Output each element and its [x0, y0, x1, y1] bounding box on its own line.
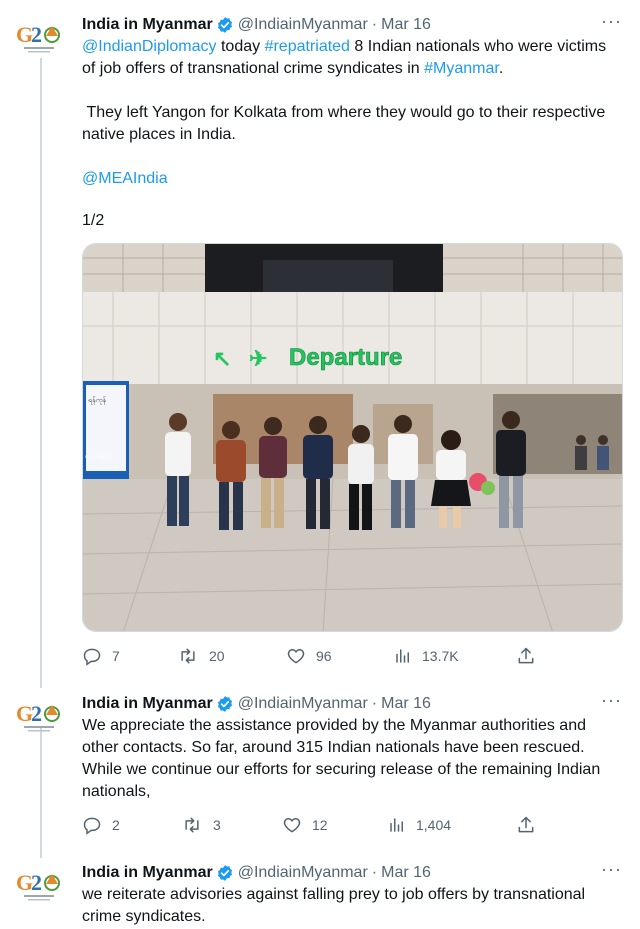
tweet-actions: 7 20 96 13.7K — [82, 646, 552, 670]
separator: · — [371, 864, 378, 881]
retweet-count: 3 — [213, 817, 221, 833]
tweet-text: We appreciate the assistance provided by… — [82, 717, 601, 800]
screen-text: ရန်ကုန် — [88, 396, 107, 405]
verified-badge-icon — [216, 864, 234, 882]
views-count: 13.7K — [422, 648, 459, 664]
tweet-date[interactable]: Mar 16 — [381, 16, 431, 34]
retweet-icon — [185, 817, 199, 833]
share-icon — [518, 647, 534, 664]
like-button[interactable]: 12 — [282, 815, 328, 835]
screen-number: 08 - 00 000 58 771 — [85, 454, 119, 459]
tweet-date[interactable]: Mar 16 — [381, 864, 431, 882]
g20-logo-icon: G 2 — [16, 870, 60, 901]
views-icon — [390, 818, 403, 832]
reply-button[interactable]: 7 — [82, 646, 120, 666]
avatar[interactable]: G 2 — [14, 697, 70, 737]
reply-icon — [83, 817, 101, 835]
reply-count: 2 — [112, 817, 120, 833]
tweet-photo[interactable]: ↖ ✈ Departure ရန်ကုန် 08 - 00 000 58 771 — [82, 243, 623, 632]
tweet-3[interactable]: G 2 India in Myanmar @IndiainMyanmar · M… — [0, 860, 640, 929]
svg-text:2: 2 — [31, 701, 42, 726]
more-icon[interactable]: ··· — [601, 691, 622, 709]
like-button[interactable]: 96 — [286, 646, 332, 666]
retweet-button[interactable]: 3 — [181, 815, 221, 835]
tweet-text: @IndianDiplomacy today #repatriated 8 In… — [82, 36, 622, 232]
share-button[interactable] — [516, 646, 536, 666]
g20-logo-icon: G 2 — [16, 22, 60, 53]
tweet-date[interactable]: Mar 16 — [381, 695, 431, 713]
tweet-header: India in Myanmar @IndiainMyanmar · Mar 1… — [82, 693, 431, 715]
like-count: 96 — [316, 648, 332, 664]
svg-text:2: 2 — [31, 22, 42, 47]
mention-link[interactable]: @IndianDiplomacy — [82, 38, 217, 55]
verified-badge-icon — [216, 695, 234, 713]
like-icon — [287, 648, 305, 664]
text-segment: . — [498, 60, 504, 77]
hashtag-link[interactable]: #Myanmar — [424, 60, 499, 77]
reply-icon — [83, 648, 101, 666]
tweet-header: India in Myanmar @IndiainMyanmar · Mar 1… — [82, 862, 431, 884]
retweet-icon — [181, 648, 195, 664]
tweet-2[interactable]: G 2 India in Myanmar @IndiainMyanmar · M… — [0, 691, 640, 843]
share-button[interactable] — [516, 815, 536, 835]
separator: · — [371, 16, 378, 33]
svg-text:2: 2 — [31, 870, 42, 895]
departure-sign: Departure — [289, 344, 402, 371]
like-count: 12 — [312, 817, 328, 833]
more-icon[interactable]: ··· — [601, 12, 622, 30]
separator: · — [371, 695, 378, 712]
retweet-count: 20 — [209, 648, 225, 664]
retweet-button[interactable]: 20 — [177, 646, 225, 666]
author-name[interactable]: India in Myanmar — [82, 864, 213, 882]
avatar[interactable]: G 2 — [14, 866, 70, 906]
avatar[interactable]: G 2 — [14, 18, 70, 58]
more-icon[interactable]: ··· — [601, 860, 622, 878]
author-handle[interactable]: @IndiainMyanmar — [238, 695, 368, 713]
text-segment: today — [216, 38, 265, 55]
mention-link[interactable]: @MEAIndia — [82, 168, 622, 190]
author-handle[interactable]: @IndiainMyanmar — [238, 864, 368, 882]
photo-departure-group: ↖ ✈ Departure ရန်ကုန် 08 - 00 000 58 771 — [83, 244, 622, 631]
tweet-header: India in Myanmar @IndiainMyanmar · Mar 1… — [82, 14, 431, 36]
reply-count: 7 — [112, 648, 120, 664]
author-name[interactable]: India in Myanmar — [82, 695, 213, 713]
views-button[interactable]: 1,404 — [388, 815, 451, 835]
views-button[interactable]: 13.7K — [394, 646, 459, 666]
views-count: 1,404 — [416, 817, 452, 833]
svg-text:↖: ↖ — [213, 346, 231, 371]
author-handle[interactable]: @IndiainMyanmar — [238, 16, 368, 34]
verified-badge-icon — [216, 16, 234, 34]
thread-counter: 1/2 — [82, 212, 105, 229]
svg-text:✈: ✈ — [249, 346, 267, 371]
tweet-text: we reiterate advisories against falling … — [82, 886, 586, 925]
author-name[interactable]: India in Myanmar — [82, 16, 213, 34]
like-icon — [283, 817, 301, 833]
text-paragraph: They left Yangon for Kolkata from where … — [82, 104, 610, 143]
share-icon — [518, 816, 534, 833]
reply-button[interactable]: 2 — [82, 815, 120, 835]
tweet-actions: 2 3 12 1,404 — [82, 815, 552, 839]
views-icon — [396, 649, 409, 663]
hashtag-link[interactable]: #repatriated — [265, 38, 350, 55]
g20-logo-icon: G 2 — [16, 701, 60, 732]
